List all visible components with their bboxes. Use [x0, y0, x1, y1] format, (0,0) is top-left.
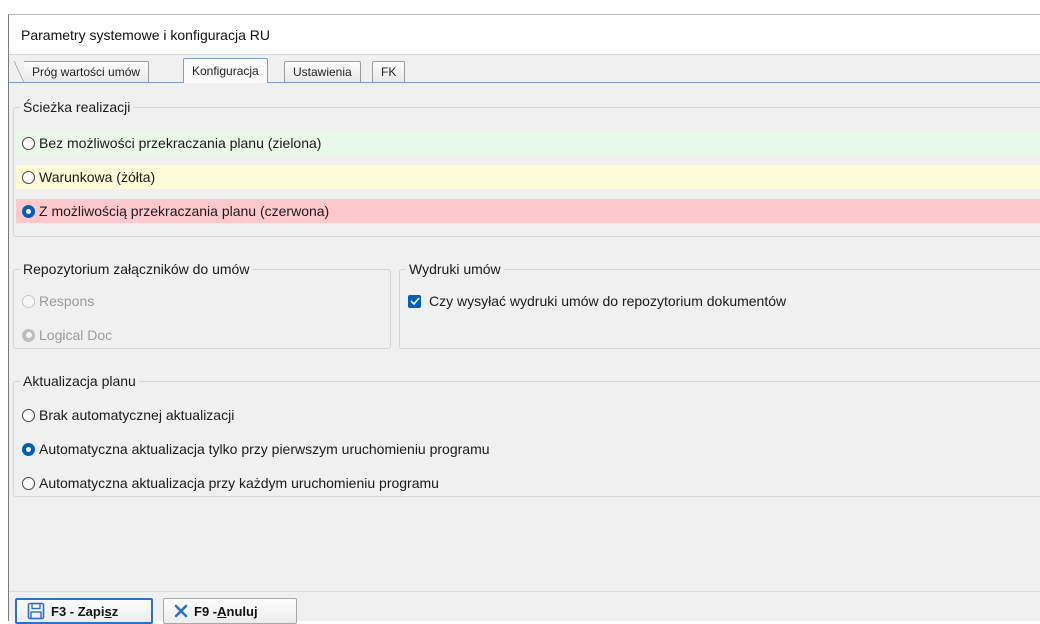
- cancel-label-prefix: F9 -: [194, 603, 218, 619]
- group-title: Aktualizacja planu: [23, 373, 136, 389]
- sciezka-realizacji-group: Ścieżka realizacji Bez możliwości przekr…: [13, 99, 1040, 237]
- option-label: Logical Doc: [39, 327, 113, 343]
- save-label-suffix: z: [111, 603, 119, 619]
- checkbox-checked-icon[interactable]: [408, 294, 421, 308]
- option-brak-aktualizacji[interactable]: Brak automatycznej aktualizacji: [16, 403, 1040, 427]
- save-button[interactable]: F3 - Zapi s z: [15, 598, 153, 624]
- group-title: Wydruki umów: [409, 261, 501, 277]
- cancel-button[interactable]: F9 - Anuluj: [163, 598, 297, 624]
- tab-label: FK: [381, 65, 397, 79]
- save-label-prefix: F3 - Zapi: [51, 603, 105, 619]
- cancel-label-accel: A: [217, 603, 227, 619]
- radio-checked-icon[interactable]: [22, 442, 35, 456]
- tab-label: Konfiguracja: [192, 64, 259, 78]
- option-label: Respons: [39, 293, 95, 309]
- checkbox-label: Czy wysyłać wydruki umów do repozytorium…: [429, 293, 787, 309]
- tab-strip: Próg wartości umów Konfiguracja Ustawien…: [9, 55, 1040, 83]
- option-wysylac-wydruki[interactable]: Czy wysyłać wydruki umów do repozytorium…: [400, 289, 1040, 313]
- option-label: Z możliwością przekraczania planu (czerw…: [39, 203, 330, 219]
- group-title: Ścieżka realizacji: [23, 99, 131, 115]
- option-czerwona[interactable]: Z możliwością przekraczania planu (czerw…: [16, 199, 1040, 223]
- settings-window: Parametry systemowe i konfiguracja RU Pr…: [8, 14, 1040, 624]
- option-label: Automatyczna aktualizacja tylko przy pie…: [39, 441, 490, 457]
- tab-label: Próg wartości umów: [32, 65, 141, 79]
- tab-prog-wartosci[interactable]: Próg wartości umów: [13, 61, 150, 83]
- option-label: Bez możliwości przekraczania planu (ziel…: [39, 135, 322, 151]
- wydruki-group: Wydruki umów Czy wysyłać wydruki umów do…: [399, 261, 1040, 349]
- repozytorium-group: Repozytorium załączników do umów Respons…: [13, 261, 391, 349]
- tab-label: Ustawienia: [293, 65, 352, 79]
- radio-disabled-icon[interactable]: [22, 294, 35, 308]
- floppy-disk-icon: [27, 602, 45, 620]
- option-label: Warunkowa (żółta): [39, 169, 156, 185]
- cancel-label-suffix: nuluj: [226, 603, 258, 619]
- title-bar: Parametry systemowe i konfiguracja RU: [9, 15, 1040, 55]
- tab-konfiguracja[interactable]: Konfiguracja: [183, 58, 268, 83]
- radio-unchecked-icon[interactable]: [22, 170, 35, 184]
- radio-unchecked-icon[interactable]: [22, 136, 35, 150]
- option-respons[interactable]: Respons: [16, 289, 390, 313]
- close-x-icon: [174, 604, 188, 618]
- option-zolta[interactable]: Warunkowa (żółta): [16, 165, 1040, 189]
- tab-ustawienia[interactable]: Ustawienia: [284, 61, 361, 82]
- aktualizacja-planu-group: Aktualizacja planu Brak automatycznej ak…: [13, 373, 1040, 497]
- option-logical-doc[interactable]: Logical Doc: [16, 323, 390, 347]
- radio-unchecked-icon[interactable]: [22, 476, 35, 490]
- option-label: Automatyczna aktualizacja przy każdym ur…: [39, 475, 439, 491]
- bottom-button-bar: F3 - Zapi s z F9 - Anuluj: [9, 591, 1040, 624]
- window-title: Parametry systemowe i konfiguracja RU: [21, 27, 270, 43]
- tab-baseline: [9, 82, 1040, 83]
- option-zielona[interactable]: Bez możliwości przekraczania planu (ziel…: [16, 131, 1040, 155]
- option-label: Brak automatycznej aktualizacji: [39, 407, 235, 423]
- tab-fk[interactable]: FK: [372, 61, 406, 82]
- group-title: Repozytorium załączników do umów: [23, 261, 250, 277]
- radio-disabled-checked-icon[interactable]: [22, 328, 35, 342]
- radio-unchecked-icon[interactable]: [22, 408, 35, 422]
- radio-checked-icon[interactable]: [22, 204, 35, 218]
- save-label-accel: s: [104, 603, 112, 619]
- background-strip: [0, 0, 1040, 14]
- option-aktualizacja-pierwsze[interactable]: Automatyczna aktualizacja tylko przy pie…: [16, 437, 1040, 461]
- option-aktualizacja-kazde[interactable]: Automatyczna aktualizacja przy każdym ur…: [16, 471, 1040, 495]
